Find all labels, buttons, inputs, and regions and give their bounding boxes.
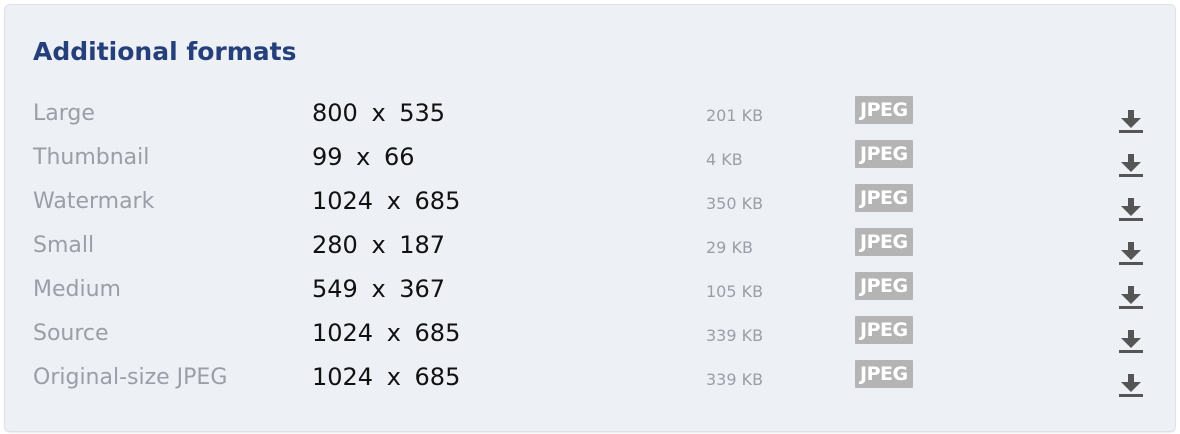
format-type-badge: JPEG — [855, 360, 913, 388]
format-dimensions: 99 x 66 — [312, 143, 415, 171]
format-name: Small — [33, 232, 95, 258]
formats-list: Large 800 x 535 201 KB JPEG Thumbnail 99… — [5, 91, 1175, 399]
format-type-cell: JPEG — [855, 179, 913, 223]
format-type-cell: JPEG — [855, 267, 913, 311]
format-type-badge: JPEG — [855, 140, 913, 168]
format-type-badge: JPEG — [855, 184, 913, 212]
download-icon — [1119, 242, 1143, 265]
format-type-cell: JPEG — [855, 135, 913, 179]
format-row: Source 1024 x 685 339 KB JPEG — [5, 311, 1175, 355]
download-icon — [1119, 198, 1143, 221]
additional-formats-panel: Additional formats Large 800 x 535 201 K… — [4, 4, 1176, 432]
format-file-size: 105 KB — [706, 281, 764, 301]
format-file-size: 350 KB — [706, 193, 764, 213]
format-row: Thumbnail 99 x 66 4 KB JPEG — [5, 135, 1175, 179]
format-file-size: 339 KB — [706, 325, 764, 345]
format-dimensions: 1024 x 685 — [312, 363, 461, 391]
format-dimensions: 1024 x 685 — [312, 187, 461, 215]
format-type-badge: JPEG — [855, 228, 913, 256]
format-file-size: 29 KB — [706, 237, 753, 257]
download-icon — [1119, 330, 1143, 353]
format-type-cell: JPEG — [855, 311, 913, 355]
download-icon — [1119, 154, 1143, 177]
format-name: Thumbnail — [33, 144, 150, 170]
format-row: Medium 549 x 367 105 KB JPEG — [5, 267, 1175, 311]
format-row: Large 800 x 535 201 KB JPEG — [5, 91, 1175, 135]
panel-title: Additional formats — [33, 37, 297, 66]
download-button[interactable] — [1117, 355, 1145, 407]
format-row: Small 280 x 187 29 KB JPEG — [5, 223, 1175, 267]
format-name: Large — [33, 100, 95, 126]
format-row: Watermark 1024 x 685 350 KB JPEG — [5, 179, 1175, 223]
format-type-cell: JPEG — [855, 91, 913, 135]
format-name: Medium — [33, 276, 121, 302]
format-name: Watermark — [33, 188, 155, 214]
format-dimensions: 280 x 187 — [312, 231, 446, 259]
download-icon — [1119, 110, 1143, 133]
download-icon — [1119, 286, 1143, 309]
format-dimensions: 549 x 367 — [312, 275, 446, 303]
format-dimensions: 800 x 535 — [312, 99, 446, 127]
format-dimensions: 1024 x 685 — [312, 319, 461, 347]
format-type-badge: JPEG — [855, 272, 913, 300]
download-icon — [1119, 374, 1143, 397]
format-type-cell: JPEG — [855, 355, 913, 399]
format-file-size: 4 KB — [706, 149, 743, 169]
format-row: Original-size JPEG 1024 x 685 339 KB JPE… — [5, 355, 1175, 399]
format-name: Original-size JPEG — [33, 364, 228, 390]
format-type-cell: JPEG — [855, 223, 913, 267]
format-type-badge: JPEG — [855, 96, 913, 124]
format-file-size: 339 KB — [706, 369, 764, 389]
format-file-size: 201 KB — [706, 105, 764, 125]
format-name: Source — [33, 320, 109, 346]
format-type-badge: JPEG — [855, 316, 913, 344]
